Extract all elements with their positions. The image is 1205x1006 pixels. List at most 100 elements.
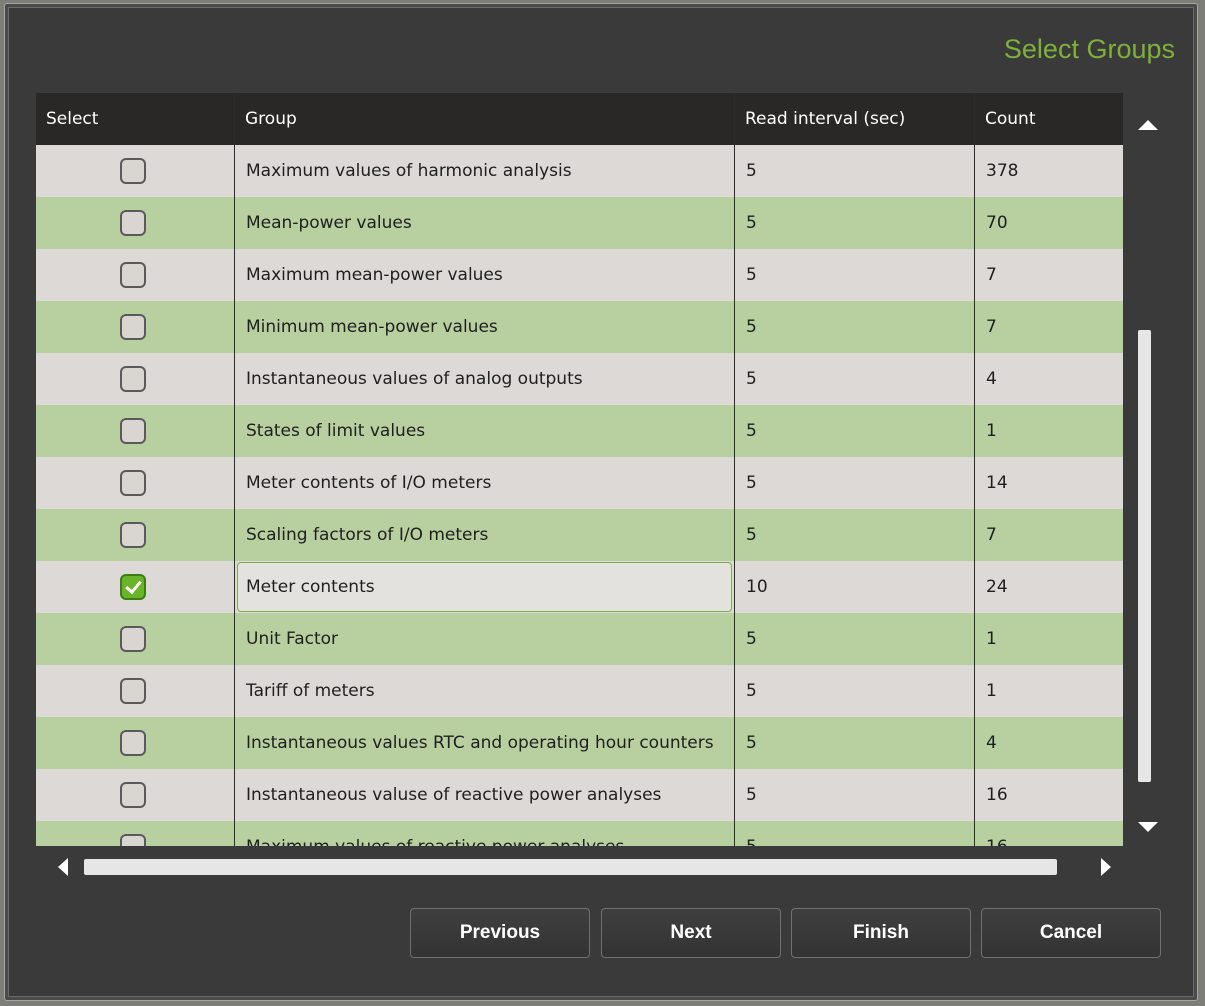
group-cell[interactable]: Unit Factor xyxy=(235,613,734,665)
cancel-button[interactable]: Cancel xyxy=(981,908,1161,958)
read-interval-cell[interactable]: 5 xyxy=(735,665,974,717)
group-cell[interactable]: States of limit values xyxy=(235,405,734,457)
vertical-scroll-thumb[interactable] xyxy=(1138,330,1151,782)
group-cell[interactable]: Instantaneous valuse of reactive power a… xyxy=(235,769,734,821)
table-header: Select Group Read interval (sec) Count xyxy=(36,93,1123,145)
column-divider xyxy=(234,93,235,846)
group-cell[interactable]: Tariff of meters xyxy=(235,665,734,717)
read-interval-cell[interactable]: 5 xyxy=(735,249,974,301)
vertical-scrollbar[interactable] xyxy=(1123,93,1173,846)
select-cell xyxy=(36,613,234,665)
group-name: Instantaneous values of analog outputs xyxy=(246,369,583,389)
group-cell[interactable]: Meter contents xyxy=(235,561,734,613)
read-interval-cell[interactable]: 5 xyxy=(735,405,974,457)
group-cell[interactable]: Maximum values of harmonic analysis xyxy=(235,145,734,197)
scroll-right-icon[interactable] xyxy=(1101,858,1111,876)
scroll-up-icon[interactable] xyxy=(1138,120,1158,130)
group-cell[interactable]: Maximum mean-power values xyxy=(235,249,734,301)
table-row[interactable]: Scaling factors of I/O meters 5 7 xyxy=(36,509,1123,561)
column-header-group[interactable]: Group xyxy=(235,93,734,145)
table-row[interactable]: Meter contents of I/O meters 5 14 xyxy=(36,457,1123,509)
group-cell[interactable]: Meter contents of I/O meters xyxy=(235,457,734,509)
select-cell xyxy=(36,145,234,197)
group-name: Meter contents xyxy=(246,577,375,597)
select-checkbox[interactable] xyxy=(120,210,146,236)
select-cell xyxy=(36,249,234,301)
select-checkbox[interactable] xyxy=(120,262,146,288)
read-interval-cell[interactable]: 5 xyxy=(735,197,974,249)
select-cell xyxy=(36,821,234,846)
select-checkbox[interactable] xyxy=(120,730,146,756)
scroll-down-icon[interactable] xyxy=(1138,822,1158,832)
read-interval-cell[interactable]: 5 xyxy=(735,353,974,405)
column-header-label: Count xyxy=(985,109,1036,129)
group-cell[interactable]: Scaling factors of I/O meters xyxy=(235,509,734,561)
finish-button[interactable]: Finish xyxy=(791,908,971,958)
read-interval-cell[interactable]: 5 xyxy=(735,717,974,769)
select-checkbox[interactable] xyxy=(120,418,146,444)
group-cell[interactable]: Maximum values of reactive power analyse… xyxy=(235,821,734,846)
group-name: Instantaneous values RTC and operating h… xyxy=(246,733,714,753)
table-row[interactable]: Maximum values of reactive power analyse… xyxy=(36,821,1123,846)
select-checkbox[interactable] xyxy=(120,314,146,340)
read-interval-cell[interactable]: 5 xyxy=(735,769,974,821)
column-header-label: Read interval (sec) xyxy=(745,109,906,129)
read-interval-cell[interactable]: 5 xyxy=(735,509,974,561)
table-row[interactable]: States of limit values 5 1 xyxy=(36,405,1123,457)
group-name: Instantaneous valuse of reactive power a… xyxy=(246,785,662,805)
select-checkbox[interactable] xyxy=(120,158,146,184)
table-row[interactable]: Mean-power values 5 70 xyxy=(36,197,1123,249)
select-checkbox[interactable] xyxy=(120,626,146,652)
group-cell[interactable]: Minimum mean-power values xyxy=(235,301,734,353)
column-header-select[interactable]: Select xyxy=(36,93,234,145)
table-row[interactable]: Unit Factor 5 1 xyxy=(36,613,1123,665)
table-row[interactable]: Instantaneous values RTC and operating h… xyxy=(36,717,1123,769)
previous-button[interactable]: Previous xyxy=(410,908,590,958)
table-row[interactable]: Meter contents 10 24 xyxy=(36,561,1123,613)
read-interval-cell[interactable]: 5 xyxy=(735,457,974,509)
select-checkbox[interactable] xyxy=(120,574,146,600)
count-cell: 7 xyxy=(986,265,997,285)
select-cell xyxy=(36,301,234,353)
table-row[interactable]: Maximum values of harmonic analysis 5 378 xyxy=(36,145,1123,197)
scroll-left-icon[interactable] xyxy=(58,858,68,876)
select-checkbox[interactable] xyxy=(120,470,146,496)
select-checkbox[interactable] xyxy=(120,522,146,548)
select-cell xyxy=(36,509,234,561)
read-interval-cell[interactable]: 5 xyxy=(735,821,974,846)
table-row[interactable]: Maximum mean-power values 5 7 xyxy=(36,249,1123,301)
read-interval-cell[interactable]: 5 xyxy=(735,613,974,665)
column-header-count[interactable]: Count xyxy=(975,93,1123,145)
table-row[interactable]: Instantaneous valuse of reactive power a… xyxy=(36,769,1123,821)
read-interval-cell[interactable]: 10 xyxy=(735,561,974,613)
count-cell: 4 xyxy=(986,369,997,389)
horizontal-scrollbar[interactable] xyxy=(36,852,1123,882)
group-cell[interactable]: Instantaneous values RTC and operating h… xyxy=(235,717,734,769)
group-name: Maximum values of reactive power analyse… xyxy=(246,837,624,846)
column-header-read-interval[interactable]: Read interval (sec) xyxy=(735,93,974,145)
select-cell xyxy=(36,665,234,717)
count-cell: 1 xyxy=(986,629,997,649)
table-row[interactable]: Minimum mean-power values 5 7 xyxy=(36,301,1123,353)
count-cell: 378 xyxy=(986,161,1019,181)
read-interval-cell[interactable]: 5 xyxy=(735,145,974,197)
column-header-label: Select xyxy=(46,109,99,129)
read-interval-cell[interactable]: 5 xyxy=(735,301,974,353)
group-cell[interactable]: Instantaneous values of analog outputs xyxy=(235,353,734,405)
table-row[interactable]: Instantaneous values of analog outputs 5 4 xyxy=(36,353,1123,405)
select-cell xyxy=(36,769,234,821)
next-button[interactable]: Next xyxy=(601,908,781,958)
count-cell: 7 xyxy=(986,525,997,545)
table-row[interactable]: Tariff of meters 5 1 xyxy=(36,665,1123,717)
select-checkbox[interactable] xyxy=(120,366,146,392)
group-cell[interactable]: Mean-power values xyxy=(235,197,734,249)
count-cell: 70 xyxy=(986,213,1008,233)
select-checkbox[interactable] xyxy=(120,678,146,704)
dialog-title: Select Groups xyxy=(1003,34,1175,64)
horizontal-scroll-thumb[interactable] xyxy=(84,859,1057,875)
count-cell: 24 xyxy=(986,577,1008,597)
select-checkbox[interactable] xyxy=(120,834,146,846)
count-cell: 7 xyxy=(986,317,997,337)
select-checkbox[interactable] xyxy=(120,782,146,808)
column-header-label: Group xyxy=(245,109,297,129)
